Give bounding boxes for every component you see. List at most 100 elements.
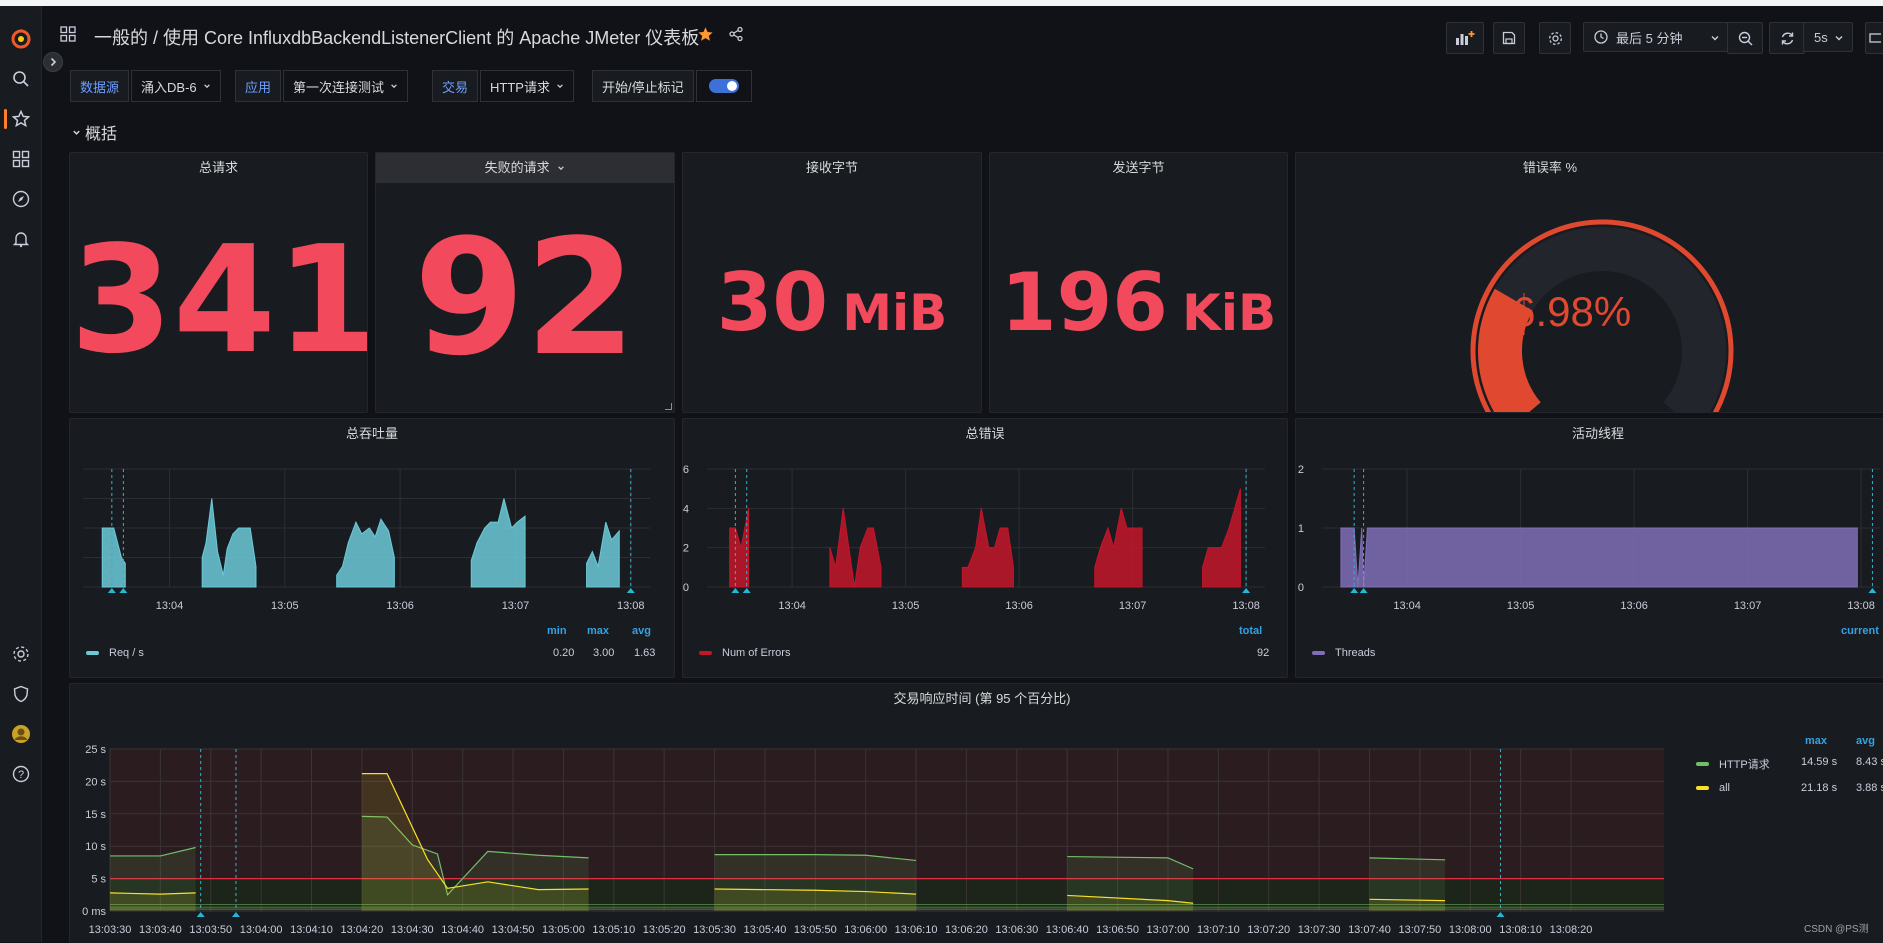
browser-top-strip [0,0,1883,6]
search-icon[interactable] [0,64,41,94]
legend-swatch [699,651,712,655]
tv-mode-button[interactable] [1865,22,1883,54]
x-tick-label: 13:06:10 [895,924,938,936]
annotation-marker-icon [626,588,635,593]
breadcrumb-folder-link[interactable]: 一般的 [94,28,148,48]
legend-swatch [86,651,99,655]
x-tick-label: 13:04:10 [290,924,333,936]
legend-min-value: 0.20 [553,647,575,659]
x-tick-label: 13:07:10 [1197,924,1240,936]
x-tick-label: 13:07:40 [1348,924,1391,936]
panel-menu-chevron-icon[interactable] [557,164,565,172]
help-icon[interactable]: ? [0,759,41,789]
panel-error-rate: 错误率 % 26.98% [1295,152,1883,413]
legend-series-item[interactable]: Threads [1312,647,1375,659]
panel-title[interactable]: 总错误 [683,419,1287,449]
throughput-chart: 0123413:0413:0513:0613:0713:08 [83,468,650,612]
series-area [586,521,620,588]
y-tick-label: 0 [1298,582,1304,594]
variable-application: 应用 第一次连接测试 [235,70,409,102]
panel-resize-handle[interactable] [665,403,672,410]
x-tick-label: 13:03:40 [139,924,182,936]
refresh-interval-label: 5s [1814,29,1828,45]
save-dashboard-button[interactable] [1493,22,1525,54]
panel-title[interactable]: 交易响应时间 (第 95 个百分比) [70,684,1883,714]
variable-annotations: 开始/停止标记 [592,70,752,102]
share-dashboard-icon[interactable] [728,26,744,45]
stat-value: 30 [716,256,829,349]
time-range-picker[interactable]: 最后 5 分钟 [1583,22,1733,52]
legend-header-max: max [1805,735,1828,747]
x-tick-label: 13:04:00 [240,924,283,936]
dashboards-icon[interactable] [0,144,41,174]
legend-series-item[interactable]: HTTP请求 [1696,756,1770,772]
dashboard-settings-button[interactable] [1539,22,1571,54]
x-tick-label: 13:04 [1393,600,1421,612]
panel-failed-requests: 失败的请求 92 [375,152,675,413]
chevron-down-icon [390,82,398,90]
grafana-logo-icon[interactable] [0,24,41,54]
chevron-down-icon [72,128,81,137]
gauge-value-label: 26.98% [1489,288,1631,335]
legend-header-current: current [1841,625,1879,637]
x-tick-label: 13:06:00 [844,924,887,936]
x-tick-label: 13:05:20 [643,924,686,936]
panel-title[interactable]: 活动线程 [1296,419,1883,449]
x-tick-label: 13:06 [1620,600,1648,612]
starred-icon[interactable] [0,104,41,134]
explore-icon[interactable] [0,184,41,214]
x-tick-label: 13:04:30 [391,924,434,936]
annotation-marker-icon [107,588,116,593]
panel-title[interactable]: 发送字节 [990,153,1287,183]
variable-value: HTTP请求 [490,79,550,95]
legend-series-name: Req / s [109,647,144,659]
panel-title-header[interactable]: 失败的请求 [376,153,674,183]
variable-label: 数据源 [70,70,130,102]
x-tick-label: 13:07 [1119,600,1147,612]
legend-series-item[interactable]: Num of Errors [699,647,790,659]
refresh-interval-picker[interactable]: 5s [1803,22,1853,52]
panel-title[interactable]: 错误率 % [1296,153,1804,183]
annotation-marker-icon [231,912,240,917]
toggle-switch[interactable] [708,79,739,93]
y-tick-label: 2 [683,543,689,555]
panel-title[interactable]: 总吞吐量 [70,419,674,449]
legend-series-item[interactable]: Req / s [86,647,144,659]
legend-series-item[interactable]: all [1696,782,1730,794]
y-tick-label: 0 ms [82,906,106,918]
panel-title[interactable]: 总请求 [70,153,367,183]
x-tick-label: 13:07:00 [1147,924,1190,936]
configuration-gear-icon[interactable] [0,639,41,669]
user-avatar[interactable] [0,719,41,749]
add-panel-button[interactable] [1446,22,1484,54]
series-area [1202,488,1241,588]
panel-throughput: 总吞吐量 0123413:0413:0513:0613:0713:08 min … [69,418,675,678]
series-area [470,498,526,588]
x-tick-label: 13:04:40 [441,924,484,936]
panel-total-errors: 总错误 0 2 4 6 13:04 13:05 13:06 13:07 13:08 total … [682,418,1288,678]
x-tick-label: 13:04:50 [492,924,535,936]
annotation-toggle[interactable] [695,70,752,102]
breadcrumb-separator: / [153,28,164,48]
legend-header-avg: avg [632,625,651,637]
variable-application-select[interactable]: 第一次连接测试 [283,70,409,102]
variable-transaction: 交易 HTTP请求 [432,70,574,102]
legend-swatch [1696,786,1709,790]
variable-transaction-select[interactable]: HTTP请求 [480,70,574,102]
x-tick-label: 13:03:50 [189,924,232,936]
variable-datasource-select[interactable]: 涌入DB-6 [131,70,221,102]
panel-title[interactable]: 接收字节 [683,153,981,183]
series-area [1369,899,1446,911]
x-tick-label: 13:05:50 [794,924,837,936]
y-tick-label: 4 [683,503,689,515]
legend-header-avg: avg [1856,735,1875,747]
zoom-out-time-button[interactable] [1727,22,1763,54]
server-admin-shield-icon[interactable] [0,679,41,709]
star-dashboard-icon[interactable] [697,26,714,46]
refresh-dashboard-button[interactable] [1769,22,1805,54]
dashboard-title[interactable]: 使用 Core InfluxdbBackendListenerClient 的 … [163,28,699,48]
x-tick-label: 13:04:20 [340,924,383,936]
alerting-bell-icon[interactable] [0,224,41,254]
error-rate-gauge: 26.98% [1470,219,1734,412]
row-collapse-toggle[interactable]: 概括 [72,120,117,144]
